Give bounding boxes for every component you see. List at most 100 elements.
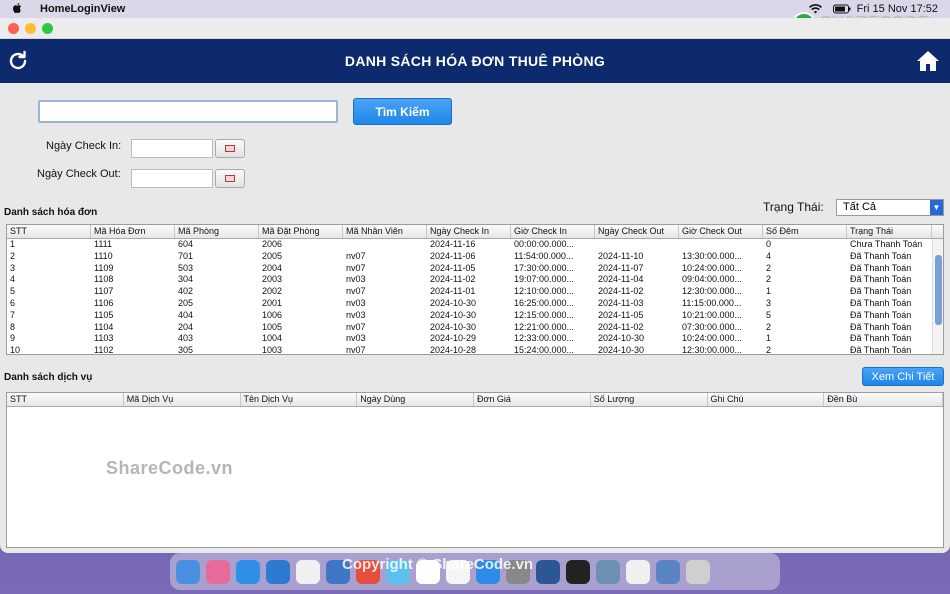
table-cell: 12:15:00.000...: [514, 309, 575, 320]
table-row[interactable]: 5 1107 402 2002 nv07 2024-11-01 12:10:00.000..…: [7, 286, 943, 298]
column-header[interactable]: Ngày Dùng: [357, 393, 474, 406]
table-cell: 2024-10-30: [598, 345, 645, 355]
preview-icon[interactable]: [596, 559, 620, 584]
calendar-icon: [225, 145, 235, 152]
app-name[interactable]: HomeLoginView: [40, 3, 125, 15]
chevron-down-icon: ▼: [930, 200, 943, 215]
table-cell: 1004: [262, 333, 283, 344]
checkin-label: Ngày Check In:: [46, 140, 122, 152]
close-window-icon[interactable]: [8, 22, 19, 34]
table-cell: 2006: [262, 239, 283, 249]
table-cell: 701: [178, 250, 194, 261]
table-cell: [595, 239, 679, 251]
table-row[interactable]: 6 1106 205 2001 nv03 2024-10-30 16:25:00.000..…: [7, 298, 943, 310]
launchpad-icon[interactable]: [206, 559, 230, 584]
search-button[interactable]: Tìm Kiếm: [353, 98, 452, 125]
column-header[interactable]: Tên Dịch Vụ: [241, 393, 358, 406]
checkout-date-field[interactable]: [131, 169, 213, 188]
table-row[interactable]: 3 1109 503 2004 nv07 2024-11-05 17:30:00.000..…: [7, 263, 943, 275]
column-header[interactable]: Ghi Chú: [708, 393, 825, 406]
column-header[interactable]: Đền Bù: [824, 393, 943, 406]
table-cell: 2002: [262, 286, 283, 297]
table-row[interactable]: 9 1103 403 1004 nv03 2024-10-29 12:33:00.000..…: [7, 333, 943, 345]
column-header[interactable]: Ngày Check Out: [595, 225, 679, 238]
terminal-icon[interactable]: [566, 559, 590, 584]
table-cell: Đã Thanh Toán: [850, 309, 912, 320]
checkin-calendar-button[interactable]: [215, 139, 245, 158]
vscode-icon[interactable]: [266, 559, 290, 584]
table-cell: 16:25:00.000...: [514, 297, 575, 308]
search-input[interactable]: [38, 100, 338, 123]
home-icon[interactable]: [916, 49, 940, 73]
zoom-window-icon[interactable]: [42, 22, 53, 34]
column-header[interactable]: STT: [7, 393, 124, 406]
services-table-header: STT Mã Dịch Vụ Tên Dịch Vụ Ngày Dùng Đơn Giá…: [7, 393, 943, 407]
table-cell: Đã Thanh Toán: [850, 321, 912, 332]
table-cell: 2024-11-02: [598, 286, 644, 297]
table-row[interactable]: 1 1111 604 2006 2024-11-16 00:00:00.000... 0 Ch…: [7, 239, 943, 251]
column-header[interactable]: STT: [7, 225, 91, 238]
table-cell: 305: [178, 345, 194, 355]
table-cell: 2024-11-16: [430, 239, 476, 249]
table-cell: 2: [766, 262, 772, 273]
column-header[interactable]: Ngày Check In: [427, 225, 511, 238]
column-header[interactable]: Số Đêm: [763, 225, 847, 238]
table-cell: 13:30:00.000...: [682, 250, 743, 261]
checkout-calendar-button[interactable]: [215, 169, 245, 188]
table-cell: 5: [766, 309, 772, 320]
scrollbar-thumb[interactable]: [935, 255, 942, 325]
table-row[interactable]: 4 1108 304 2003 nv03 2024-11-02 19:07:00.000..…: [7, 274, 943, 286]
chrome-icon[interactable]: [296, 559, 320, 584]
table-row[interactable]: 10 1102 305 1003 nv07 2024-10-28 15:24:00.000.…: [7, 345, 943, 355]
table-cell: 1003: [262, 345, 283, 355]
finder-icon[interactable]: [176, 559, 200, 584]
table-cell: 2024-11-05: [430, 262, 476, 273]
table-cell: 0: [766, 239, 772, 249]
window-thumbnail-icon[interactable]: [656, 559, 680, 584]
refresh-icon[interactable]: [6, 49, 30, 73]
safari-icon[interactable]: [236, 559, 260, 584]
column-header[interactable]: Đơn Giá: [474, 393, 591, 406]
table-cell: 15:24:00.000...: [514, 345, 575, 355]
table-row[interactable]: 8 1104 204 1005 nv07 2024-10-30 12:21:00.000..…: [7, 322, 943, 334]
column-header[interactable]: Trạng Thái: [847, 225, 932, 238]
table-cell: 2004: [262, 262, 283, 273]
table-cell: 1105: [94, 309, 114, 320]
column-header[interactable]: Giờ Check Out: [679, 225, 763, 238]
invoices-scrollbar[interactable]: [932, 239, 943, 354]
column-header[interactable]: Mã Nhân Viên: [343, 225, 427, 238]
table-cell: 3: [766, 297, 772, 308]
column-header[interactable]: Số Lượng: [591, 393, 708, 406]
table-cell: 07:30:00.000...: [682, 321, 743, 332]
table-row[interactable]: 7 1105 404 1006 nv03 2024-10-30 12:15:00.000..…: [7, 310, 943, 322]
table-cell: 1103: [94, 333, 114, 344]
table-cell: 4: [766, 250, 772, 261]
column-header[interactable]: Mã Hóa Đơn: [91, 225, 175, 238]
word-icon[interactable]: [536, 559, 560, 584]
table-cell: 12:30:00.000...: [682, 345, 743, 355]
column-header[interactable]: Mã Dịch Vụ: [124, 393, 241, 406]
table-row[interactable]: 2 1110 701 2005 nv07 2024-11-06 11:54:00.000..…: [7, 251, 943, 263]
table-cell: 205: [178, 297, 194, 308]
table-cell: 11:15:00.000...: [682, 297, 742, 308]
minimize-window-icon[interactable]: [25, 22, 36, 34]
table-cell: Đã Thanh Toán: [850, 297, 912, 308]
column-header[interactable]: Mã Phòng: [175, 225, 259, 238]
invoices-table[interactable]: STT Mã Hóa Đơn Mã Phòng Mã Đặt Phòng Mã Nhân…: [6, 224, 944, 355]
java-icon[interactable]: [626, 559, 650, 584]
table-cell: nv03: [346, 297, 366, 308]
table-cell: 1109: [94, 262, 114, 273]
column-header[interactable]: Giờ Check In: [511, 225, 595, 238]
checkin-date-field[interactable]: [131, 139, 213, 158]
column-header[interactable]: Mã Đặt Phòng: [259, 225, 343, 238]
apple-menu-icon[interactable]: [12, 2, 26, 17]
table-cell: 402: [178, 286, 194, 297]
status-select[interactable]: Tất Cả ▼: [836, 199, 944, 216]
view-detail-button[interactable]: Xem Chi Tiết: [862, 367, 944, 386]
table-cell: 2001: [262, 297, 283, 308]
table-cell: 1106: [94, 297, 114, 308]
table-cell: 3: [10, 262, 16, 273]
table-cell: 10:21:00.000...: [682, 309, 743, 320]
trash-icon[interactable]: [686, 559, 710, 584]
table-cell: 2024-10-29: [430, 333, 477, 344]
